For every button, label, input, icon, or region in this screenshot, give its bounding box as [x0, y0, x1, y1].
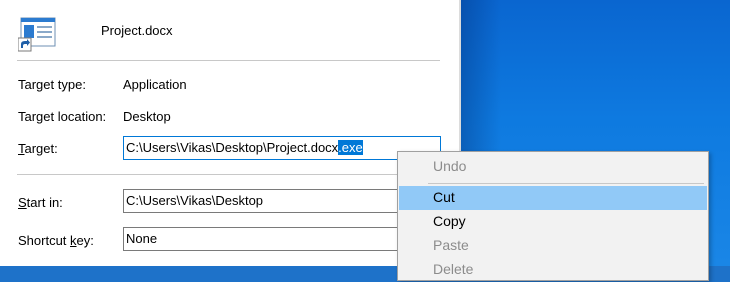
menu-item-cut[interactable]: Cut — [399, 186, 707, 210]
shortcut-key-label-rest: ey: — [76, 233, 94, 248]
target-input[interactable]: C:\Users\Vikas\Desktop\Project.docx.exe — [123, 136, 441, 160]
target-label-rest: arget: — [24, 141, 58, 156]
application-shortcut-icon — [18, 17, 56, 52]
target-location-value: Desktop — [123, 109, 171, 124]
menu-item-delete[interactable]: Delete — [399, 258, 707, 282]
shortcut-key-label-start: Shortcut — [18, 233, 71, 248]
start-in-label: Start in: — [18, 195, 63, 210]
shortcut-key-label: Shortcut key: — [18, 233, 94, 248]
context-menu: Undo Cut Copy Paste Delete — [397, 151, 709, 281]
menu-item-copy[interactable]: Copy — [399, 210, 707, 234]
start-in-label-mnemonic: S — [18, 195, 27, 210]
properties-dialog: Project.docx Target type: Application Ta… — [0, 0, 459, 266]
shortcut-key-input[interactable]: None — [123, 227, 441, 251]
menu-item-paste[interactable]: Paste — [399, 234, 707, 258]
target-type-value: Application — [123, 77, 187, 92]
divider — [17, 60, 440, 61]
menu-separator — [428, 183, 704, 184]
target-label: Target: — [18, 141, 58, 156]
divider — [17, 174, 440, 175]
start-in-input-text: C:\Users\Vikas\Desktop — [126, 193, 264, 208]
start-in-input[interactable]: C:\Users\Vikas\Desktop — [123, 189, 441, 213]
shortcut-key-input-text: None — [126, 231, 158, 246]
target-input-selection: .exe — [338, 140, 363, 155]
target-input-text: C:\Users\Vikas\Desktop\Project.docx — [126, 140, 339, 155]
menu-item-undo[interactable]: Undo — [399, 155, 707, 179]
target-type-label: Target type: — [18, 77, 86, 92]
file-name: Project.docx — [101, 23, 173, 38]
target-location-label: Target location: — [18, 109, 107, 124]
start-in-label-rest: tart in: — [26, 195, 63, 210]
